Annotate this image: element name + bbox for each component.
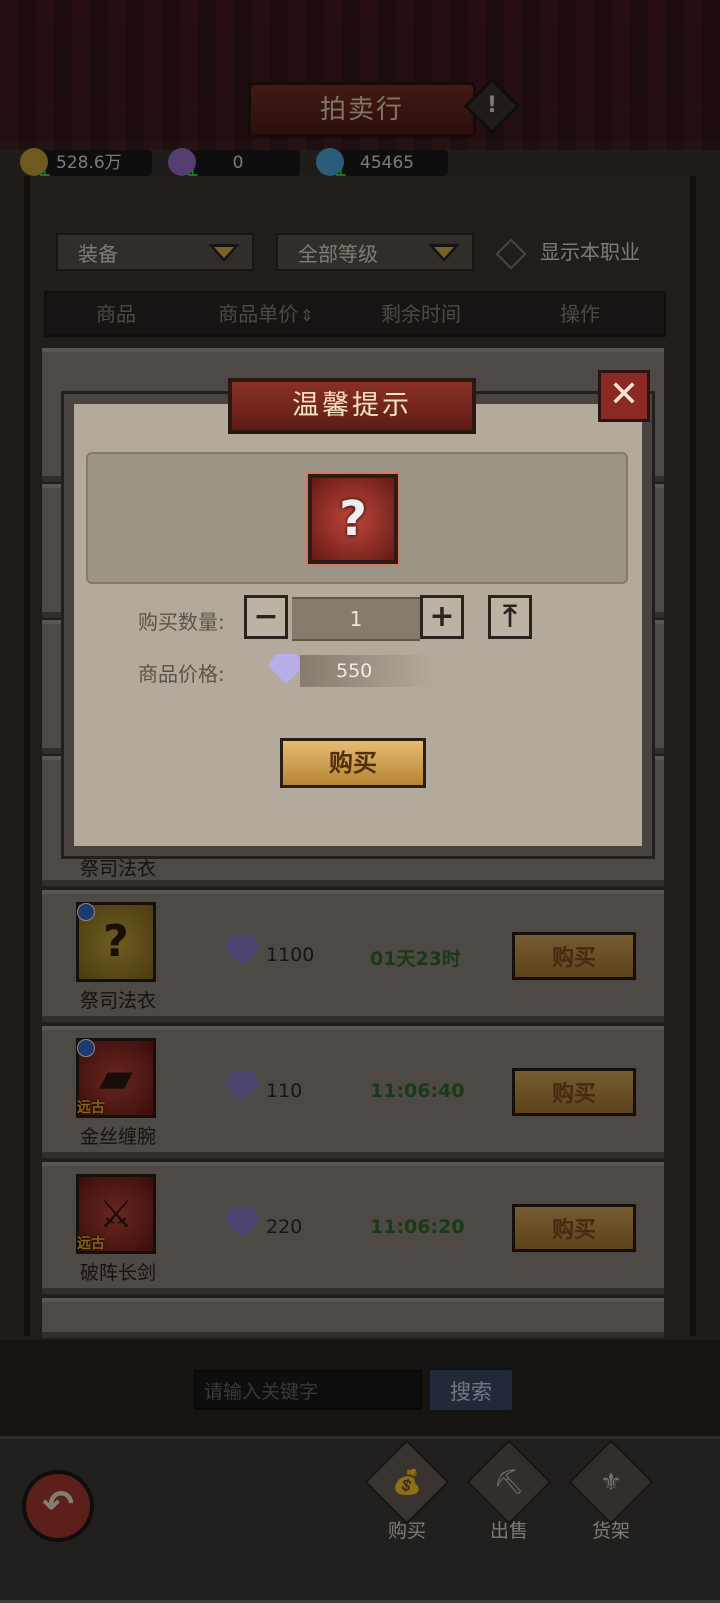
quantity-input[interactable]: 1 <box>292 597 420 641</box>
close-icon[interactable]: ✕ <box>598 370 650 422</box>
quantity-label: 购买数量: <box>138 610 225 634</box>
decrease-button[interactable]: − <box>244 595 288 639</box>
increase-button[interactable]: + <box>420 595 464 639</box>
item-preview-icon[interactable]: ? <box>306 472 400 566</box>
total-price: 550 <box>300 655 434 687</box>
confirm-buy-button[interactable]: 购买 <box>280 738 426 788</box>
price-label: 商品价格: <box>138 662 225 686</box>
dialog-title: 温馨提示 <box>228 378 476 434</box>
max-quantity-button[interactable]: ⤒ <box>488 595 532 639</box>
